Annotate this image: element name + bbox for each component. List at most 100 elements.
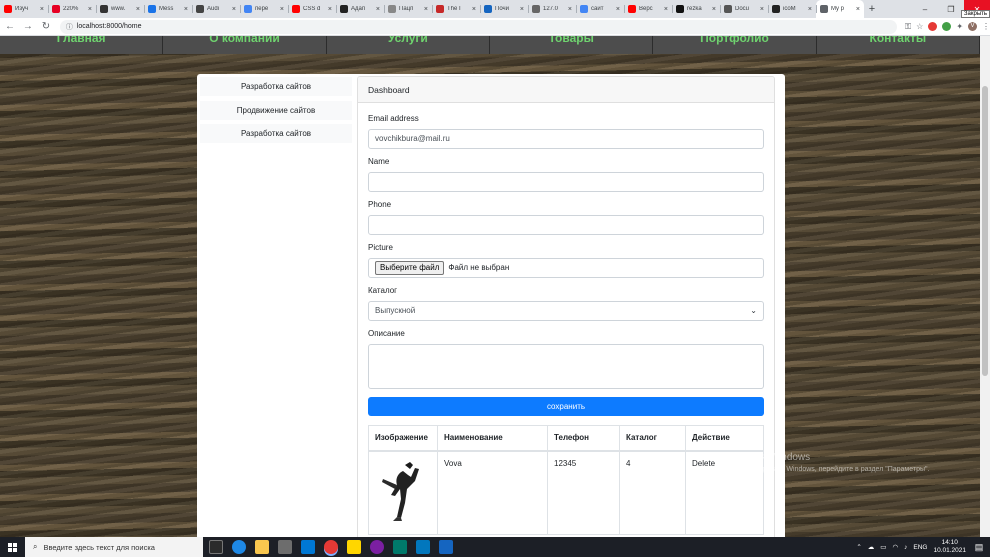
viber-icon[interactable] [370, 540, 384, 554]
nav-item-contacts[interactable]: Контакты [817, 36, 980, 54]
tab-close-icon[interactable]: × [136, 6, 140, 13]
tab-close-icon[interactable]: × [664, 6, 668, 13]
edge-icon[interactable] [232, 540, 246, 554]
save-button[interactable]: сохранить [368, 397, 764, 416]
store-icon[interactable] [278, 540, 292, 554]
sidebar-item-web-dev-2[interactable]: Разработка сайтов [200, 124, 352, 143]
tab-close-icon[interactable]: × [568, 6, 572, 13]
cloud-icon[interactable]: ☁ [868, 543, 875, 551]
nav-item-portfolio[interactable]: Портфолио [653, 36, 817, 54]
catalog-selected-value: Выпускной [375, 306, 416, 315]
email-field[interactable]: vovchikbura@mail.ru [368, 129, 764, 149]
page-scrollbar[interactable] [980, 36, 990, 537]
browser-tab[interactable]: Почи × [480, 0, 528, 18]
star-icon[interactable]: ☆ [916, 22, 923, 31]
browser-tab[interactable]: 220% × [48, 0, 96, 18]
file-explorer-icon[interactable] [255, 540, 269, 554]
nav-item-home[interactable]: Главная [0, 36, 164, 54]
choose-file-button[interactable]: Выберите файл [375, 261, 445, 275]
word-icon[interactable] [439, 540, 453, 554]
browser-tab[interactable]: Docu × [720, 0, 768, 18]
battery-icon[interactable]: ▭ [880, 543, 886, 551]
volume-icon[interactable]: ♪ [904, 544, 907, 551]
favicon-icon [772, 5, 780, 13]
nav-item-about[interactable]: О компании [163, 36, 327, 54]
puzzle-icon[interactable]: ✦ [956, 22, 963, 31]
info-icon[interactable]: ⓘ [66, 22, 73, 32]
scrollbar-thumb[interactable] [982, 86, 988, 376]
chevron-up-icon[interactable]: ⌃ [856, 543, 861, 551]
tab-close-icon[interactable]: × [328, 6, 332, 13]
tab-close-icon[interactable]: × [472, 6, 476, 13]
browser-tab[interactable]: CSS d × [288, 0, 336, 18]
extension-icon[interactable] [942, 22, 952, 31]
tab-close-icon[interactable]: × [760, 6, 764, 13]
address-bar[interactable]: ⓘ localhost:8000/home [59, 19, 898, 34]
task-view-icon[interactable] [209, 540, 223, 554]
browser-tab[interactable]: 127.0 × [528, 0, 576, 18]
extension-icon[interactable] [928, 22, 938, 31]
notification-icon[interactable]: ▤ [972, 540, 986, 554]
tab-close-icon[interactable]: × [280, 6, 284, 13]
mail-icon[interactable] [301, 540, 315, 554]
name-field[interactable] [368, 172, 764, 192]
phone-field[interactable] [368, 215, 764, 235]
new-tab-button[interactable]: + [864, 0, 880, 18]
tab-close-icon[interactable]: × [232, 6, 236, 13]
tab-close-icon[interactable]: × [88, 6, 92, 13]
sidebar-item-promotion[interactable]: Продвижение сайтов [200, 100, 352, 120]
tab-close-icon[interactable]: × [376, 6, 380, 13]
url-text: localhost:8000/home [76, 23, 142, 30]
sidebar-item-web-dev[interactable]: Разработка сайтов [200, 77, 352, 96]
search-icon: ⌕ [33, 542, 38, 551]
tab-close-icon[interactable]: × [520, 6, 524, 13]
nav-item-services[interactable]: Услуги [327, 36, 490, 54]
media-icon[interactable] [393, 540, 407, 554]
col-header-action: Действие [685, 425, 764, 452]
chrome-icon[interactable] [324, 540, 338, 554]
menu-icon[interactable]: ⋮ [982, 22, 990, 31]
favicon-icon [532, 5, 540, 13]
tab-close-icon[interactable]: × [184, 6, 188, 13]
browser-tab[interactable]: icoM × [768, 0, 816, 18]
browser-tab[interactable]: Mess × [144, 0, 192, 18]
row-catalog-cell: 4 [619, 450, 686, 535]
taskbar-apps [209, 540, 453, 554]
browser-tab[interactable]: Audi × [192, 0, 240, 18]
back-icon[interactable]: ← [2, 21, 18, 32]
browser-tab[interactable]: Пацп × [384, 0, 432, 18]
reload-icon[interactable]: ↻ [38, 21, 54, 32]
browser-tab[interactable]: rezka × [672, 0, 720, 18]
browser-tab[interactable]: сайт × [576, 0, 624, 18]
minimize-icon[interactable]: – [912, 0, 938, 18]
description-textarea[interactable] [368, 344, 764, 389]
nav-item-products[interactable]: Товары [490, 36, 654, 54]
close-tooltip: Закрыть [960, 10, 990, 18]
catalog-select[interactable]: Выпускной ⌄ [368, 301, 764, 321]
browser-tab[interactable]: Изуч × [0, 0, 48, 18]
key-icon[interactable]: ⚿ [905, 22, 911, 32]
tab-close-icon[interactable]: × [856, 6, 860, 13]
tab-close-icon[interactable]: × [424, 6, 428, 13]
browser-tab-active[interactable]: My p × [816, 0, 864, 18]
taskbar-search-box[interactable]: ⌕ Введите здесь текст для поиска [25, 537, 203, 557]
tab-close-icon[interactable]: × [40, 6, 44, 13]
browser-tab[interactable]: Адап × [336, 0, 384, 18]
clock-time: 14:10 [941, 539, 958, 546]
tab-close-icon[interactable]: × [616, 6, 620, 13]
browser-tab[interactable]: The I × [432, 0, 480, 18]
clock[interactable]: 14:10 10.01.2021 [933, 539, 966, 555]
tab-close-icon[interactable]: × [712, 6, 716, 13]
language-indicator[interactable]: ENG [913, 544, 927, 551]
forward-icon[interactable]: → [20, 21, 36, 32]
profile-avatar[interactable]: V [968, 22, 978, 31]
start-button[interactable] [0, 537, 25, 557]
wifi-icon[interactable]: ◠ [892, 543, 898, 551]
batman-app-icon[interactable] [347, 540, 361, 554]
browser-tab[interactable]: www. × [96, 0, 144, 18]
app-icon[interactable] [416, 540, 430, 554]
browser-tab[interactable]: пере × [240, 0, 288, 18]
windows-logo-icon [8, 542, 17, 552]
browser-tab[interactable]: Верс × [624, 0, 672, 18]
tab-close-icon[interactable]: × [808, 6, 812, 13]
